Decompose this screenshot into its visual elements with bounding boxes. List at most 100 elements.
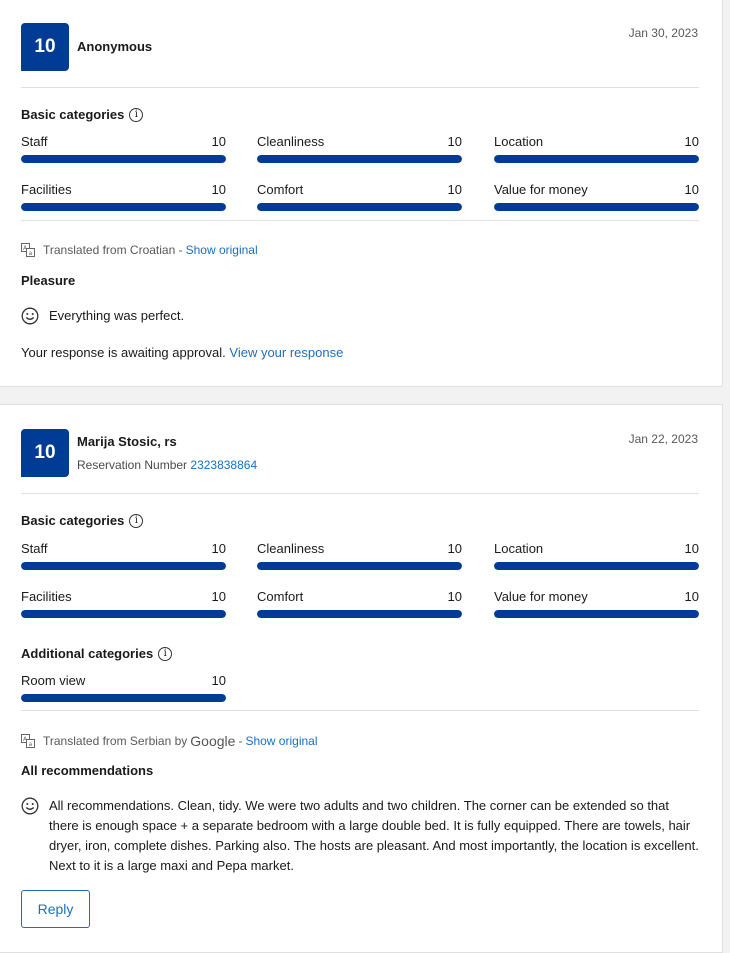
category-value: 10: [447, 589, 462, 604]
divider: [21, 710, 699, 711]
category-staff: Staff 10: [21, 541, 226, 570]
category-bar-fill: [494, 610, 699, 618]
category-location: Location 10: [494, 541, 699, 570]
show-original-link[interactable]: Show original: [186, 243, 258, 257]
svg-text:a: a: [29, 250, 33, 257]
category-bar-fill: [257, 610, 462, 618]
reservation-number-label: Reservation Number: [77, 458, 188, 472]
category-label: Value for money: [494, 182, 588, 197]
category-bar-fill: [257, 155, 462, 163]
category-value: 10: [211, 673, 226, 688]
basic-categories-label: Basic categories: [21, 513, 125, 528]
category-bar: [21, 562, 226, 570]
category-bar-fill: [21, 562, 226, 570]
category-bar: [257, 203, 462, 211]
category-label: Location: [494, 134, 544, 149]
category-facilities: Facilities 10: [21, 589, 226, 618]
translated-from-text: Translated from Croatian -: [43, 243, 183, 257]
category-bar: [494, 562, 699, 570]
category-bar-fill: [21, 694, 226, 702]
category-label: Comfort: [257, 589, 304, 604]
reservation-number-link[interactable]: 2323838864: [190, 458, 257, 472]
category-value-for-money: Value for money 10: [494, 182, 699, 211]
google-logo: Google: [190, 733, 236, 749]
reply-button[interactable]: Reply: [21, 890, 90, 928]
reservation-number: Reservation Number 2323838864: [77, 458, 257, 472]
reviewer-name: Marija Stosic, rs: [77, 434, 177, 449]
category-bar: [21, 694, 226, 702]
category-value: 10: [447, 134, 462, 149]
response-status: Your response is awaiting approval. View…: [21, 345, 343, 360]
review-text: Everything was perfect.: [49, 308, 185, 323]
svg-text:a: a: [29, 741, 33, 748]
category-value: 10: [211, 134, 226, 149]
category-bar: [494, 155, 699, 163]
additional-categories-label: Additional categories: [21, 646, 154, 661]
category-bar-fill: [494, 562, 699, 570]
review-date: Jan 22, 2023: [628, 432, 698, 446]
translate-icon: A a: [21, 243, 35, 257]
category-bar: [494, 203, 699, 211]
translated-from-text: Translated from Serbian by: [43, 734, 188, 748]
category-value: 10: [447, 541, 462, 556]
smiley-icon: [21, 797, 39, 815]
review-card-2: 10 Marija Stosic, rs Reservation Number …: [0, 404, 723, 953]
category-label: Room view: [21, 673, 86, 688]
show-original-link[interactable]: Show original: [245, 734, 317, 748]
info-icon[interactable]: i: [129, 107, 144, 122]
smiley-icon: [21, 307, 39, 325]
category-value: 10: [684, 589, 699, 604]
translation-note: A a Translated from Serbian by Google - …: [21, 733, 318, 749]
basic-categories-title: Basic categories i: [21, 107, 144, 122]
category-bar: [494, 610, 699, 618]
category-label: Value for money: [494, 589, 588, 604]
category-comfort: Comfort 10: [257, 182, 462, 211]
divider: [21, 493, 699, 494]
category-bar-fill: [21, 203, 226, 211]
review-score-badge: 10: [21, 23, 69, 71]
category-location: Location 10: [494, 134, 699, 163]
category-staff: Staff 10: [21, 134, 226, 163]
review-text: All recommendations. Clean, tidy. We wer…: [49, 798, 699, 873]
view-response-link[interactable]: View your response: [229, 345, 343, 360]
category-cleanliness: Cleanliness 10: [257, 541, 462, 570]
category-bar: [21, 203, 226, 211]
category-label: Comfort: [257, 182, 304, 197]
category-bar-fill: [257, 203, 462, 211]
category-bar-fill: [21, 155, 226, 163]
category-label: Staff: [21, 541, 48, 556]
category-bar: [21, 610, 226, 618]
category-value: 10: [211, 182, 226, 197]
category-bar-fill: [257, 562, 462, 570]
category-bar: [21, 155, 226, 163]
review-score-badge: 10: [21, 429, 69, 477]
category-value: 10: [211, 541, 226, 556]
category-bar-fill: [494, 203, 699, 211]
category-label: Staff: [21, 134, 48, 149]
review-title: Pleasure: [21, 273, 76, 288]
category-value: 10: [684, 541, 699, 556]
category-bar: [257, 610, 462, 618]
category-bar: [257, 562, 462, 570]
category-label: Cleanliness: [257, 134, 325, 149]
category-bar-fill: [21, 610, 226, 618]
info-icon[interactable]: i: [129, 513, 144, 528]
category-comfort: Comfort 10: [257, 589, 462, 618]
category-label: Facilities: [21, 589, 72, 604]
divider: [21, 220, 699, 221]
translation-note: A a Translated from Croatian - Show orig…: [21, 243, 258, 257]
category-value-for-money: Value for money 10: [494, 589, 699, 618]
info-icon[interactable]: i: [158, 646, 173, 661]
reviewer-name: Anonymous: [77, 39, 153, 54]
additional-categories-title: Additional categories i: [21, 646, 173, 661]
category-value: 10: [447, 182, 462, 197]
divider: [21, 87, 699, 88]
basic-categories-title: Basic categories i: [21, 513, 144, 528]
category-facilities: Facilities 10: [21, 182, 226, 211]
review-card-1: 10 Anonymous Jan 30, 2023 Basic categori…: [0, 0, 723, 387]
review-date: Jan 30, 2023: [628, 26, 698, 40]
review-title: All recommendations: [21, 763, 154, 778]
category-value: 10: [684, 134, 699, 149]
category-bar-fill: [494, 155, 699, 163]
category-label: Cleanliness: [257, 541, 325, 556]
